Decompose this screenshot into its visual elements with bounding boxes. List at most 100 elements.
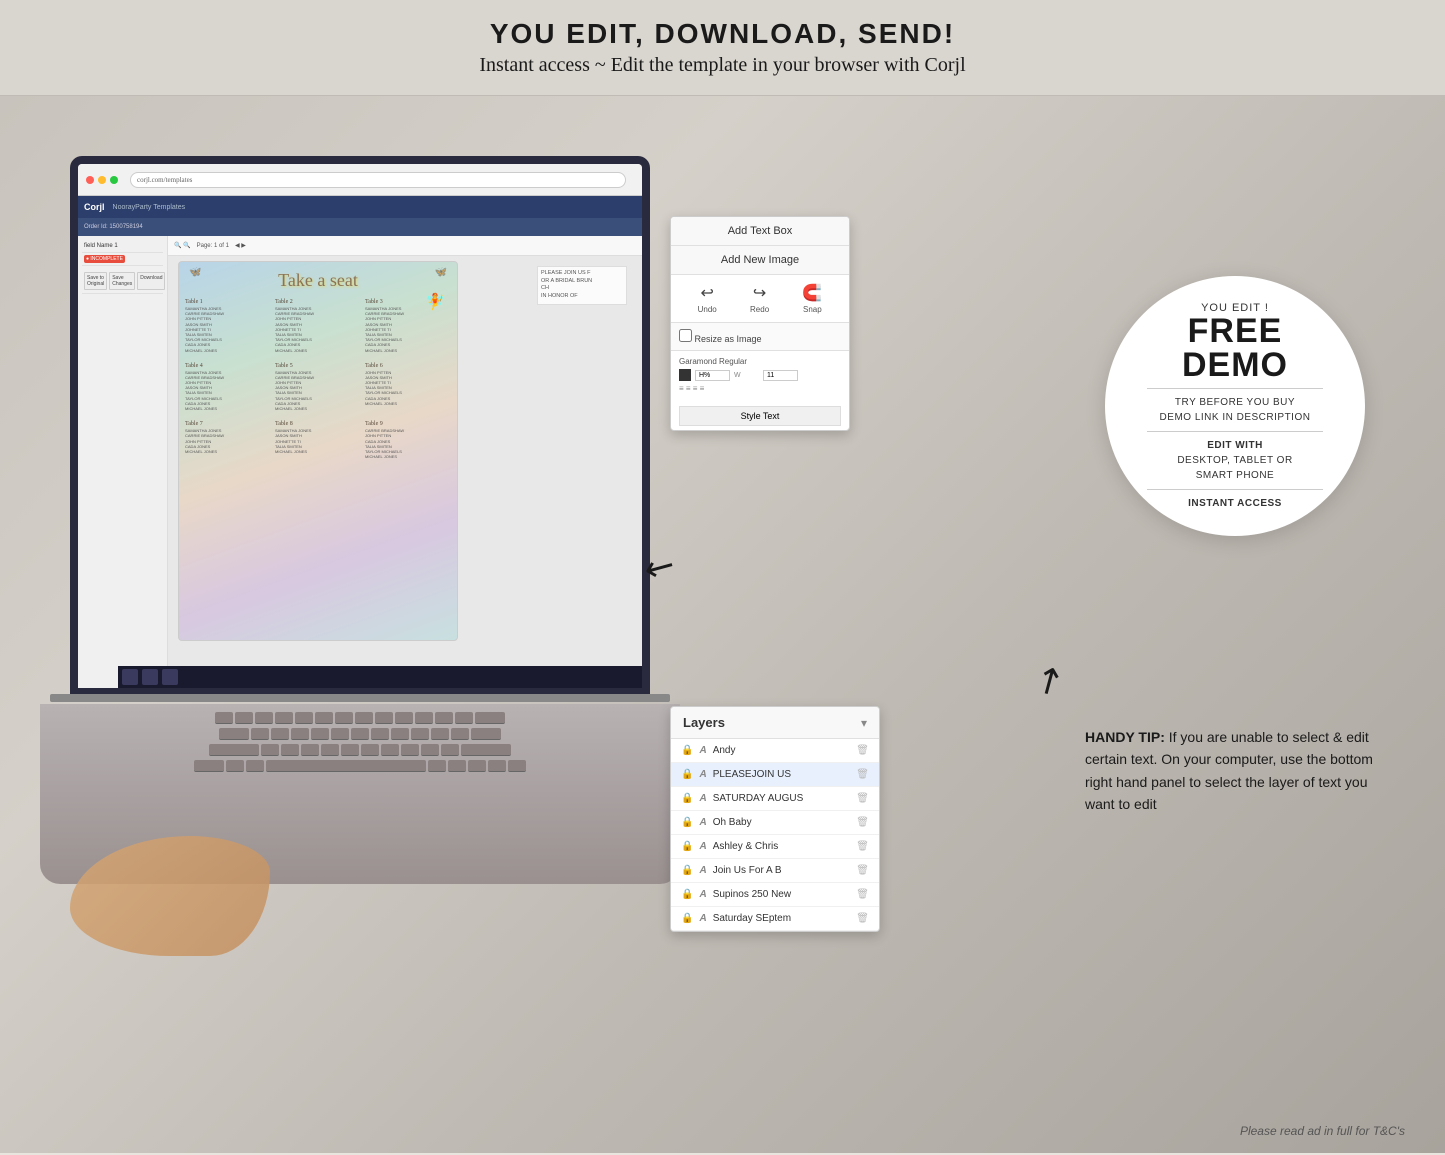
- key: [381, 744, 399, 756]
- key: [295, 712, 313, 724]
- layer-name-andy: Andy: [713, 745, 851, 756]
- layer-delete-icon[interactable]: 🗑: [856, 745, 869, 756]
- layer-delete-icon[interactable]: 🗑: [856, 769, 869, 780]
- demo-try-before: TRY BEFORE YOU BUY: [1175, 395, 1295, 410]
- key: [255, 712, 273, 724]
- save-to-original-btn[interactable]: Save to Original: [84, 272, 107, 290]
- tables-grid-2: Table 4 SAMANTHA JONESCARRIE BRADSHAWJOH…: [179, 359, 457, 416]
- keyboard-row-3: [209, 744, 511, 756]
- browser-chrome: corjl.com/templates: [78, 164, 642, 196]
- key: [281, 744, 299, 756]
- taskbar-icon-1: [122, 669, 138, 685]
- width-input[interactable]: [763, 370, 798, 381]
- table-1-names: SAMANTHA JONESCARRIE BRADSHAWJOHN PITTEN…: [185, 306, 271, 353]
- panel-item-field: field Name 1: [82, 240, 163, 253]
- key: [361, 744, 379, 756]
- resize-image-text: Resize as Image: [695, 334, 762, 344]
- key-opt-right: [448, 760, 466, 772]
- key: [341, 744, 359, 756]
- resize-image-checkbox[interactable]: [679, 329, 692, 342]
- layer-type-a: A: [699, 769, 706, 780]
- key: [355, 712, 373, 724]
- demo-demo: DEMO: [1182, 348, 1288, 382]
- browser-url-bar[interactable]: corjl.com/templates: [130, 172, 626, 188]
- panel-item-actions[interactable]: Save to Original Save Changes Download: [82, 269, 163, 294]
- key: [331, 728, 349, 740]
- table-col-8: Table 8 SAMANTHA JONESJASON SMITHJOHNETT…: [275, 421, 361, 459]
- main-area: corjl.com/templates Corjl NoorayParty Te…: [0, 96, 1445, 1153]
- layer-type-a: A: [699, 889, 706, 900]
- add-new-image-button[interactable]: Add New Image: [671, 246, 849, 275]
- seating-chart: 🦋 🦋 Take a seat 🧚 Table 1 SAMANTHA JONES…: [178, 261, 458, 641]
- left-panel: field Name 1 ● INCOMPLETE Save to Origin…: [78, 236, 168, 670]
- demo-circle: YOU EDIT ! FREE DEMO TRY BEFORE YOU BUY …: [1105, 276, 1365, 536]
- demo-free: FREE: [1188, 314, 1283, 348]
- font-selector[interactable]: Garamond Regular: [679, 357, 841, 366]
- demo-divider-1: [1147, 388, 1323, 389]
- layer-delete-icon[interactable]: 🗑: [856, 817, 869, 828]
- layer-item-oh-baby[interactable]: 🔒 A Oh Baby 🗑: [671, 811, 879, 835]
- redo-button[interactable]: ↪ Redo: [750, 283, 769, 314]
- order-id: Order Id: 1500758194: [84, 224, 143, 230]
- keyboard-row-1: [215, 712, 505, 724]
- tables-grid-3: Table 7 SAMANTHA JONESCARRIE BRADSHAWJOH…: [179, 417, 457, 463]
- layer-delete-icon[interactable]: 🗑: [856, 889, 869, 900]
- snap-button[interactable]: 🧲 Snap: [802, 283, 822, 314]
- layer-delete-icon[interactable]: 🗑: [856, 841, 869, 852]
- key: [451, 728, 469, 740]
- key: [261, 744, 279, 756]
- butterfly-decoration-left: 🦋: [189, 267, 201, 278]
- undo-label: Undo: [698, 305, 717, 314]
- toolbar-strip: 🔍 🔍 Page: 1 of 1 ◀ ▶: [168, 236, 642, 256]
- layers-chevron[interactable]: ▾: [861, 716, 867, 730]
- add-text-box-button[interactable]: Add Text Box: [671, 217, 849, 246]
- save-changes-btn[interactable]: Save Changes: [109, 272, 135, 290]
- handy-tip: HANDY TIP: If you are unable to select &…: [1085, 726, 1385, 816]
- table-3-names: SAMANTHA JONESCARRIE BRADSHAWJOHN PITTEN…: [365, 306, 451, 353]
- table-col-7: Table 7 SAMANTHA JONESCARRIE BRADSHAWJOH…: [185, 421, 271, 459]
- table-1-header: Table 1: [185, 299, 271, 305]
- panel-text-section: Resize as Image: [671, 323, 849, 351]
- layer-item-supinos[interactable]: 🔒 A Supinos 250 New 🗑: [671, 883, 879, 907]
- header-subtitle: Instant access ~ Edit the template in yo…: [20, 54, 1425, 77]
- layer-delete-icon[interactable]: 🗑: [856, 793, 869, 804]
- key: [391, 728, 409, 740]
- layer-type-a: A: [699, 913, 706, 924]
- layer-item-saturday[interactable]: 🔒 A SATURDAY AUGUS 🗑: [671, 787, 879, 811]
- layer-type-a: A: [699, 817, 706, 828]
- layer-delete-icon[interactable]: 🗑: [856, 865, 869, 876]
- layers-title: Layers: [683, 715, 725, 730]
- demo-instant-access: INSTANT ACCESS: [1188, 496, 1282, 511]
- bridal-invite-text: PLEASE JOIN US F OR A BRIDAL BRUN CH IN …: [537, 266, 627, 305]
- key: [351, 728, 369, 740]
- height-input[interactable]: [695, 370, 730, 381]
- key: [315, 712, 333, 724]
- layer-item-andy[interactable]: 🔒 A Andy 🗑: [671, 739, 879, 763]
- panel-item-incomplete: ● INCOMPLETE: [82, 253, 163, 266]
- nav-arrows: ◀ ▶: [235, 242, 246, 249]
- undo-button[interactable]: ↩ Undo: [698, 283, 717, 314]
- browser-minimize-dot: [98, 176, 106, 184]
- layer-item-pleasejoin[interactable]: 🔒 A PLEASEJOIN US 🗑: [671, 763, 879, 787]
- layer-name-pleasejoin: PLEASEJOIN US: [713, 769, 851, 780]
- key: [301, 744, 319, 756]
- keyboard-row-space: [194, 760, 526, 772]
- style-text-button[interactable]: Style Text: [679, 406, 841, 426]
- download-btn[interactable]: Download: [137, 272, 165, 290]
- browser-close-dot: [86, 176, 94, 184]
- key: [311, 728, 329, 740]
- seating-chart-title: Take a seat: [179, 270, 457, 291]
- key-caps: [209, 744, 259, 756]
- field-label: field Name 1: [84, 243, 161, 249]
- layer-item-ashley-chris[interactable]: 🔒 A Ashley & Chris 🗑: [671, 835, 879, 859]
- layer-item-saturday-septem[interactable]: 🔒 A Saturday SEptem 🗑: [671, 907, 879, 931]
- page-indicator: Page: 1 of 1: [197, 243, 229, 249]
- key-space: [266, 760, 426, 772]
- layer-delete-icon[interactable]: 🗑: [856, 913, 869, 924]
- key: [455, 712, 473, 724]
- footer-note: Please read ad in full for T&C's: [1240, 1124, 1405, 1138]
- color-swatch[interactable]: [679, 369, 691, 381]
- layer-item-join-us[interactable]: 🔒 A Join Us For A B 🗑: [671, 859, 879, 883]
- demo-smartphone: SMART PHONE: [1196, 468, 1274, 483]
- table-5-header: Table 5: [275, 363, 361, 369]
